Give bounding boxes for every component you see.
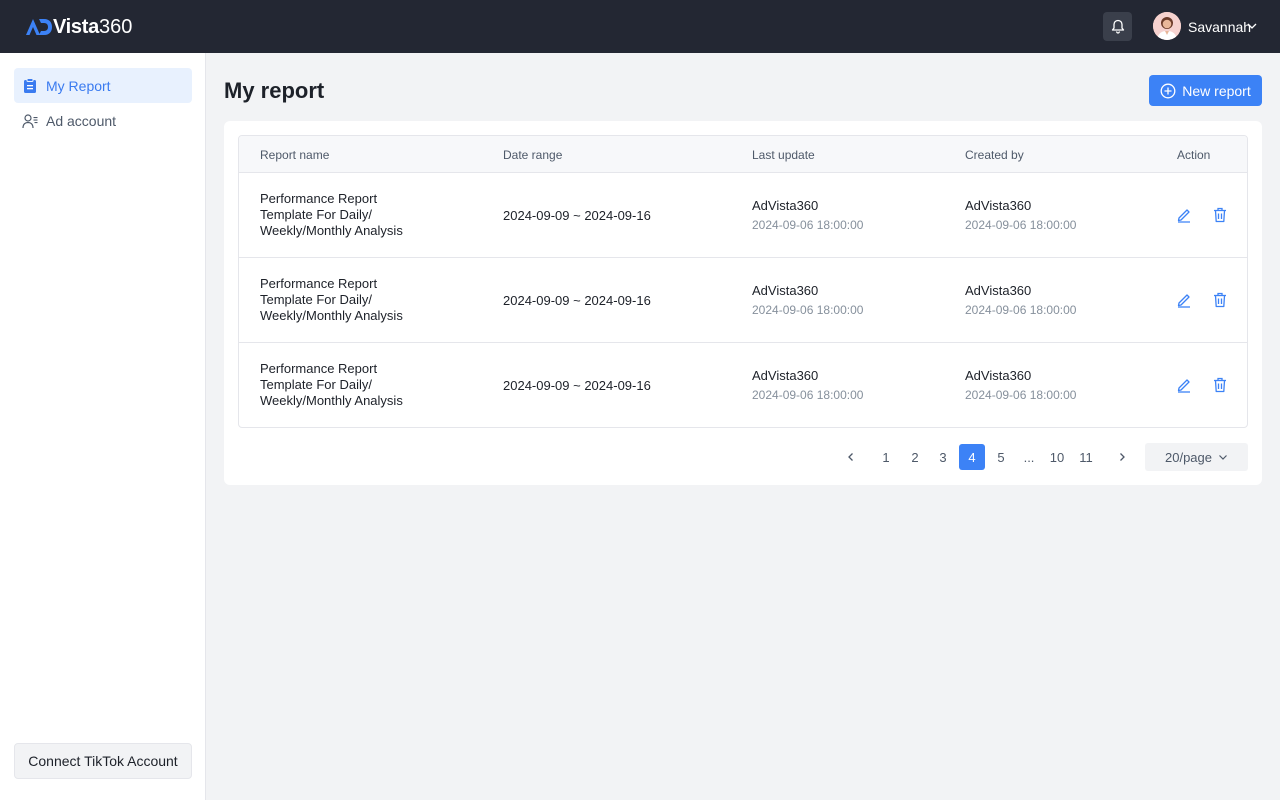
column-header-report-name: Report name bbox=[260, 148, 330, 162]
column-header-last-update: Last update bbox=[752, 148, 815, 162]
page-11-button[interactable]: 11 bbox=[1073, 444, 1099, 470]
user-list-icon bbox=[22, 113, 38, 129]
page-ellipsis[interactable]: ... bbox=[1016, 444, 1042, 470]
report-name-line: Performance Report bbox=[260, 191, 378, 206]
page-3-button[interactable]: 3 bbox=[930, 444, 956, 470]
edit-button[interactable] bbox=[1175, 291, 1193, 309]
report-name[interactable]: Performance Report Template For Daily/ W… bbox=[260, 361, 460, 409]
sidebar-item-my-report[interactable]: My Report bbox=[14, 68, 192, 103]
sidebar: My Report Ad account Connect TikTok Acco… bbox=[0, 53, 206, 800]
pencil-icon bbox=[1177, 209, 1190, 223]
updated-by: AdVista360 bbox=[752, 368, 819, 383]
updated-by: AdVista360 bbox=[752, 283, 819, 298]
report-name-line: Weekly/Monthly Analysis bbox=[260, 223, 403, 238]
report-name-line: Weekly/Monthly Analysis bbox=[260, 308, 403, 323]
page-1-button[interactable]: 1 bbox=[873, 444, 899, 470]
date-range: 2024-09-09 ~ 2024-09-16 bbox=[503, 293, 651, 308]
report-name-line: Template For Daily/ bbox=[260, 377, 372, 392]
plus-circle-icon bbox=[1160, 83, 1176, 98]
table-row[interactable]: Performance Report Template For Daily/ W… bbox=[239, 343, 1247, 427]
created-by: AdVista360 2024-09-06 18:00:00 bbox=[965, 282, 1076, 320]
next-page-button[interactable] bbox=[1109, 444, 1135, 470]
brand-logo[interactable]: Vista 360 bbox=[25, 15, 132, 39]
page-4-button[interactable]: 4 bbox=[959, 444, 985, 470]
logo-mark-icon bbox=[26, 19, 52, 35]
column-header-action: Action bbox=[1177, 148, 1211, 162]
created-by: AdVista360 2024-09-06 18:00:00 bbox=[965, 367, 1076, 405]
updated-at: 2024-09-06 18:00:00 bbox=[752, 388, 864, 402]
sidebar-item-label: Ad account bbox=[46, 112, 117, 129]
last-update: AdVista360 2024-09-06 18:00:00 bbox=[752, 197, 863, 235]
new-report-label: New report bbox=[1182, 82, 1251, 99]
trash-icon bbox=[1214, 207, 1226, 223]
chevron-left-icon bbox=[848, 453, 853, 461]
page-title: My report bbox=[224, 78, 325, 103]
chevron-down-icon bbox=[1219, 455, 1227, 460]
prev-page-button[interactable] bbox=[838, 444, 864, 470]
connect-tiktok-button[interactable]: Connect TikTok Account bbox=[14, 743, 192, 779]
page-10-button[interactable]: 10 bbox=[1044, 444, 1070, 470]
table-header: Report name Date range Last update Creat… bbox=[239, 136, 1247, 173]
new-report-button[interactable]: New report bbox=[1149, 75, 1262, 106]
report-name-line: Template For Daily/ bbox=[260, 207, 372, 222]
updated-by: AdVista360 bbox=[752, 198, 819, 213]
report-name[interactable]: Performance Report Template For Daily/ W… bbox=[260, 276, 460, 324]
column-header-created-by: Created by bbox=[965, 148, 1024, 162]
creator-name: AdVista360 bbox=[965, 283, 1032, 298]
chevron-down-icon[interactable] bbox=[1247, 21, 1257, 31]
updated-at: 2024-09-06 18:00:00 bbox=[752, 303, 864, 317]
report-name-line: Performance Report bbox=[260, 276, 378, 291]
created-at: 2024-09-06 18:00:00 bbox=[965, 218, 1077, 232]
report-table: Report name Date range Last update Creat… bbox=[238, 135, 1248, 428]
delete-button[interactable] bbox=[1211, 206, 1229, 224]
table-row[interactable]: Performance Report Template For Daily/ W… bbox=[239, 258, 1247, 343]
report-card: Report name Date range Last update Creat… bbox=[224, 121, 1262, 485]
page-size-value: 20/page bbox=[1165, 449, 1212, 465]
trash-icon bbox=[1214, 292, 1226, 308]
created-at: 2024-09-06 18:00:00 bbox=[965, 388, 1077, 402]
created-by: AdVista360 2024-09-06 18:00:00 bbox=[965, 197, 1076, 235]
clipboard-icon bbox=[22, 77, 38, 94]
last-update: AdVista360 2024-09-06 18:00:00 bbox=[752, 367, 863, 405]
page-size-select[interactable]: 20/page bbox=[1145, 443, 1248, 471]
table-row[interactable]: Performance Report Template For Daily/ W… bbox=[239, 173, 1247, 258]
last-update: AdVista360 2024-09-06 18:00:00 bbox=[752, 282, 863, 320]
report-name-line: Weekly/Monthly Analysis bbox=[260, 393, 403, 408]
pencil-icon bbox=[1177, 294, 1190, 308]
date-range: 2024-09-09 ~ 2024-09-16 bbox=[503, 378, 651, 393]
sidebar-item-label: My Report bbox=[46, 77, 111, 94]
report-name[interactable]: Performance Report Template For Daily/ W… bbox=[260, 191, 460, 239]
user-avatar-icon bbox=[1153, 12, 1181, 40]
brand-number: 360 bbox=[98, 15, 133, 38]
report-name-line: Performance Report bbox=[260, 361, 378, 376]
delete-button[interactable] bbox=[1211, 291, 1229, 309]
top-bar: Vista 360 Savannah bbox=[0, 0, 1280, 53]
column-header-date-range: Date range bbox=[503, 148, 563, 162]
pencil-icon bbox=[1177, 379, 1190, 393]
creator-name: AdVista360 bbox=[965, 198, 1032, 213]
date-range: 2024-09-09 ~ 2024-09-16 bbox=[503, 208, 651, 223]
chevron-right-icon bbox=[1120, 453, 1125, 461]
updated-at: 2024-09-06 18:00:00 bbox=[752, 218, 864, 232]
edit-button[interactable] bbox=[1175, 206, 1193, 224]
creator-name: AdVista360 bbox=[965, 368, 1032, 383]
report-name-line: Template For Daily/ bbox=[260, 292, 372, 307]
trash-icon bbox=[1214, 377, 1226, 393]
avatar[interactable] bbox=[1153, 12, 1181, 40]
bell-icon bbox=[1111, 19, 1124, 34]
page-2-button[interactable]: 2 bbox=[902, 444, 928, 470]
notifications-button[interactable] bbox=[1103, 12, 1132, 41]
edit-button[interactable] bbox=[1175, 376, 1193, 394]
created-at: 2024-09-06 18:00:00 bbox=[965, 303, 1077, 317]
brand-name: Vista bbox=[53, 15, 99, 38]
sidebar-item-ad-account[interactable]: Ad account bbox=[14, 103, 192, 138]
user-name[interactable]: Savannah bbox=[1188, 19, 1251, 35]
delete-button[interactable] bbox=[1211, 376, 1229, 394]
page-5-button[interactable]: 5 bbox=[988, 444, 1014, 470]
